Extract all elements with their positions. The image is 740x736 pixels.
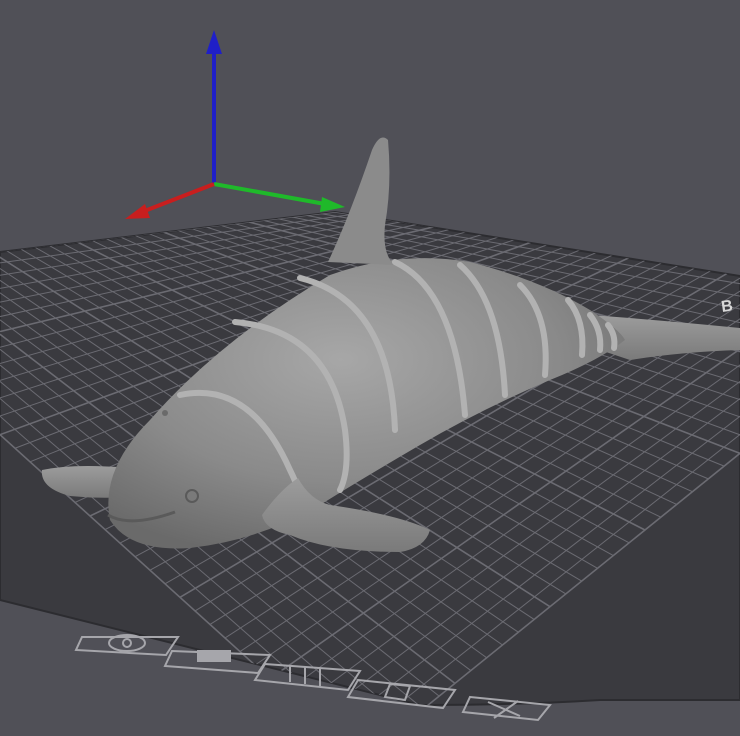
y-axis-arrowhead — [320, 197, 345, 212]
orca-eye — [185, 489, 199, 503]
eye-icon — [74, 634, 180, 657]
x-axis — [141, 182, 215, 214]
scene[interactable]: B — [0, 0, 740, 736]
orca-blowhole — [162, 410, 168, 416]
y-axis — [213, 182, 326, 206]
z-axis-arrowhead — [206, 30, 222, 54]
3d-viewport[interactable]: B — [0, 0, 740, 736]
x-axis-arrowhead — [125, 204, 150, 219]
axis-gizmo[interactable] — [125, 30, 345, 219]
dorsal-fin — [328, 137, 395, 265]
bed-corner-label: B — [720, 298, 734, 316]
